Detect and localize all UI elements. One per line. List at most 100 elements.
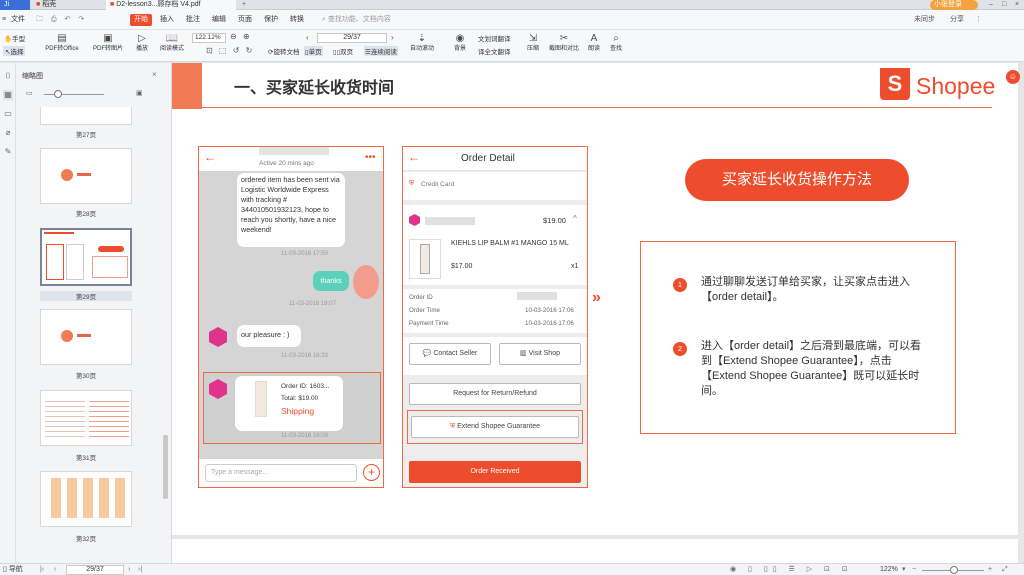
menu-icon[interactable]: ≡ bbox=[2, 14, 6, 26]
full-translate-button[interactable]: 译全文翻译 bbox=[478, 46, 511, 56]
read-aloud-button[interactable]: A 朗读 bbox=[582, 32, 606, 60]
maximize-icon[interactable]: □ bbox=[998, 0, 1010, 10]
continuous-reading-button[interactable]: ☰连续阅读 bbox=[364, 46, 398, 56]
docer-icon: ■ bbox=[36, 1, 41, 8]
screenshot-compare-button[interactable]: ✂ 截图和对比 bbox=[546, 32, 582, 60]
thumbnail-page-32[interactable] bbox=[40, 471, 132, 527]
thumbnail-scrollbar[interactable] bbox=[163, 435, 168, 499]
order-received-button: Order Received bbox=[409, 461, 581, 483]
message-time-1: 11-03-2016 17:50 bbox=[281, 251, 328, 257]
play-button[interactable]: ▷ 播放 bbox=[128, 32, 156, 60]
comment-icon[interactable]: ▭ bbox=[3, 109, 13, 119]
chat-status: Active 20 mins ago bbox=[259, 160, 314, 167]
image-icon: ▣ bbox=[103, 33, 113, 44]
share-button[interactable]: 分享 bbox=[950, 14, 964, 26]
blurred-shop-name bbox=[425, 217, 475, 225]
thumbnail-icon[interactable]: ▦ bbox=[3, 90, 13, 100]
pdf-to-image-button[interactable]: ▣ PDF转图片 bbox=[90, 32, 126, 60]
prev-page-icon[interactable]: ‹ bbox=[306, 33, 309, 42]
menu-edit[interactable]: 编辑 bbox=[212, 14, 226, 26]
menu-comment[interactable]: 批注 bbox=[186, 14, 200, 26]
reading-mode-button[interactable]: 📖 阅读模式 bbox=[156, 32, 188, 60]
fit-window-icon[interactable]: ⤢ bbox=[1002, 565, 1008, 575]
double-page-button[interactable]: ▯▯双页 bbox=[333, 46, 353, 56]
file-menu[interactable]: 文件 bbox=[11, 14, 25, 26]
buyer-avatar bbox=[353, 265, 379, 299]
thumbnail-page-31[interactable] bbox=[40, 390, 132, 446]
zoom-out-icon[interactable]: − bbox=[912, 565, 916, 575]
menu-bar: ≡ 文件 🗀 ⎙ ↶ ↷ 开始 插入 批注 编辑 页面 保护 转换 ⌕ 查找功能… bbox=[0, 10, 1024, 30]
tab-docer[interactable]: ■ 稻壳 bbox=[32, 0, 102, 10]
blurred-username bbox=[259, 147, 329, 155]
first-page-button[interactable]: |‹ bbox=[40, 565, 44, 575]
shrink-icon[interactable]: ▭ bbox=[26, 89, 33, 97]
last-page-button[interactable]: ›| bbox=[138, 565, 142, 575]
thumbnail-label-31: 第31页 bbox=[75, 455, 97, 462]
hand-tool[interactable]: ✋手型 bbox=[4, 33, 25, 43]
floating-assistant-icon[interactable]: ☺ bbox=[1006, 70, 1020, 84]
close-panel-icon[interactable]: × bbox=[152, 70, 157, 79]
minimize-icon[interactable]: – bbox=[985, 0, 997, 10]
thumb-blocks bbox=[45, 478, 129, 518]
pdf-to-office-button[interactable]: ▤ PDF转Office bbox=[42, 32, 82, 60]
single-page-button[interactable]: ▯单页 bbox=[304, 46, 323, 56]
thumbnail-size-slider[interactable] bbox=[44, 94, 104, 95]
page-input[interactable]: 29/37 bbox=[317, 33, 387, 43]
select-tool[interactable]: ↖选择 bbox=[3, 46, 26, 56]
menu-page[interactable]: 页面 bbox=[238, 14, 252, 26]
word-translate-button[interactable]: 文划词翻译 bbox=[478, 33, 511, 43]
speaker-icon: A bbox=[590, 33, 598, 44]
find-button[interactable]: ⌕ 查找 bbox=[604, 32, 628, 60]
view-mode-icons[interactable]: ◉ ▯ ▯▯ ☰ ▷ ⊡ ⊡ bbox=[730, 565, 853, 575]
zoom-input[interactable]: 122.12% bbox=[192, 33, 226, 43]
order-detail-title: Order Detail bbox=[461, 153, 515, 164]
nav-pane-toggle[interactable]: ▯ 导航 bbox=[3, 565, 23, 575]
view-tools[interactable]: ⊡ ⬚ ↺ ↻ bbox=[206, 46, 254, 55]
status-page-input[interactable]: 29/37 bbox=[66, 565, 124, 575]
zoom-in-icon[interactable]: + bbox=[988, 565, 992, 575]
compress-button[interactable]: ⇲ 压缩 bbox=[520, 32, 546, 60]
payment-time-label: Payment Time bbox=[409, 320, 449, 327]
collapse-icon: ^ bbox=[573, 214, 577, 223]
thumbnail-page-29[interactable] bbox=[40, 228, 132, 286]
enlarge-icon[interactable]: ▣ bbox=[136, 89, 143, 97]
zoom-controls[interactable]: ⊖ ⊕ bbox=[230, 32, 252, 41]
search-box[interactable]: ⌕ 查找功能、文档内容 bbox=[322, 14, 391, 26]
auto-scroll-button[interactable]: ⇣ 自动滚动 bbox=[404, 32, 440, 60]
attachment-icon[interactable]: ⌀ bbox=[3, 128, 13, 138]
menu-insert[interactable]: 插入 bbox=[160, 14, 174, 26]
thumbnail-panel-title: 缩略图 bbox=[22, 73, 43, 80]
step-number-1: 1 bbox=[673, 278, 687, 292]
tab-current-document[interactable]: ■ D2-lesson3...顾存档 V4.pdf bbox=[106, 0, 236, 10]
login-button[interactable]: 小张登录 bbox=[930, 0, 978, 10]
status-zoom[interactable]: 122% bbox=[880, 565, 898, 575]
order-detail-screenshot: ← Order Detail ⛨ Credit Card $19.00 ^ KI… bbox=[402, 146, 588, 488]
order-id: Order ID: 1603... bbox=[281, 383, 330, 390]
menu-start[interactable]: 开始 bbox=[130, 14, 152, 26]
rotate-button[interactable]: ⟳旋转文档 bbox=[268, 46, 299, 56]
stamp-icon[interactable]: ✎ bbox=[3, 147, 13, 157]
shield-icon: ⛨ bbox=[409, 180, 415, 187]
thumbnail-page-30[interactable] bbox=[40, 309, 132, 365]
thumbnail-page-28[interactable] bbox=[40, 148, 132, 204]
home-tab[interactable]: Ji bbox=[0, 0, 30, 10]
sync-status[interactable]: 未同步 bbox=[914, 14, 935, 26]
bookmark-icon[interactable]: ⌷ bbox=[3, 71, 13, 81]
menu-protect[interactable]: 保护 bbox=[264, 14, 278, 26]
close-icon[interactable]: × bbox=[1011, 0, 1023, 10]
thumbnail-page-27[interactable] bbox=[40, 107, 132, 125]
steps-box: 1 通过聊聊发送订单给买家，让买家点击进入【order detail】。 2 进… bbox=[640, 241, 956, 434]
lip-balm-tube bbox=[420, 244, 430, 274]
prev-page-button[interactable]: ‹ bbox=[54, 565, 56, 575]
zoom-slider-handle[interactable] bbox=[950, 566, 958, 574]
thumbnail-label-29: 第29页 bbox=[40, 291, 132, 301]
quick-access-icons[interactable]: 🗀 ⎙ ↶ ↷ bbox=[36, 14, 87, 26]
zoom-dropdown-icon[interactable]: ▾ bbox=[902, 565, 906, 575]
new-tab-button[interactable]: + bbox=[238, 0, 252, 10]
more-icon[interactable]: ⋮ bbox=[975, 14, 982, 26]
next-page-button[interactable]: › bbox=[128, 565, 130, 575]
next-page-icon[interactable]: › bbox=[391, 33, 394, 42]
background-button[interactable]: ◉ 背景 bbox=[446, 32, 474, 60]
menu-convert[interactable]: 转换 bbox=[290, 14, 304, 26]
slider-handle[interactable] bbox=[54, 90, 62, 98]
